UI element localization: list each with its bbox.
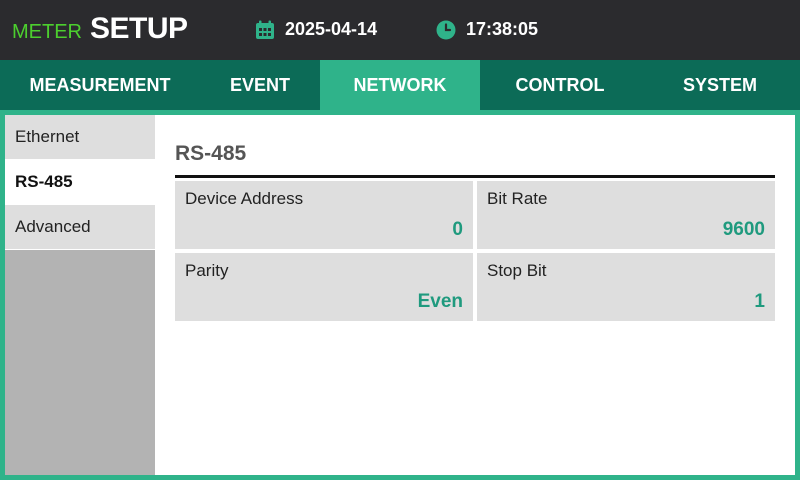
header-bar: METER SETUP 2025-04-14 17:38:05 <box>0 0 800 60</box>
content-area: Ethernet RS-485 Advanced RS-485 Device A… <box>5 115 795 475</box>
stop-bit-label: Stop Bit <box>487 261 547 280</box>
main-tab-bar: MEASUREMENT EVENT NETWORK CONTROL SYSTEM <box>0 60 800 110</box>
settings-grid: Device Address 0 Bit Rate 9600 Parity Ev… <box>175 181 775 321</box>
bit-rate-value: 9600 <box>722 219 765 240</box>
app-title: METER SETUP <box>12 12 188 48</box>
sidebar-item-rs485[interactable]: RS-485 <box>5 160 155 205</box>
bit-rate-label: Bit Rate <box>487 189 548 208</box>
tab-measurement[interactable]: MEASUREMENT <box>0 60 200 110</box>
date-display: 2025-04-14 <box>255 19 377 40</box>
stop-bit-value: 1 <box>754 291 765 312</box>
date-text: 2025-04-14 <box>285 19 378 39</box>
panel-title: RS-485 <box>175 142 247 165</box>
tab-control[interactable]: CONTROL <box>480 60 640 110</box>
time-display: 17:38:05 <box>436 19 538 40</box>
sidebar-item-ethernet[interactable]: Ethernet <box>5 115 155 160</box>
sidebar-item-advanced[interactable]: Advanced <box>5 205 155 250</box>
device-address-value: 0 <box>452 219 463 240</box>
brand-setup-text: SETUP <box>90 12 188 45</box>
device-address-field[interactable]: Device Address 0 <box>175 181 473 249</box>
tab-event[interactable]: EVENT <box>200 60 320 110</box>
tab-network[interactable]: NETWORK <box>320 60 480 110</box>
bit-rate-field[interactable]: Bit Rate 9600 <box>477 181 775 249</box>
time-text: 17:38:05 <box>466 19 539 39</box>
device-address-label: Device Address <box>185 189 304 208</box>
parity-field[interactable]: Parity Even <box>175 253 473 321</box>
sidebar: Ethernet RS-485 Advanced <box>5 115 155 475</box>
calendar-icon <box>256 20 274 39</box>
clock-icon <box>436 20 456 39</box>
title-divider <box>175 175 775 178</box>
brand-meter-text: METER <box>12 21 82 43</box>
tab-system[interactable]: SYSTEM <box>640 60 800 110</box>
parity-value: Even <box>417 291 463 312</box>
parity-label: Parity <box>185 261 229 280</box>
settings-panel: RS-485 Device Address 0 Bit Rate 9600 Pa… <box>175 115 775 475</box>
stop-bit-field[interactable]: Stop Bit 1 <box>477 253 775 321</box>
